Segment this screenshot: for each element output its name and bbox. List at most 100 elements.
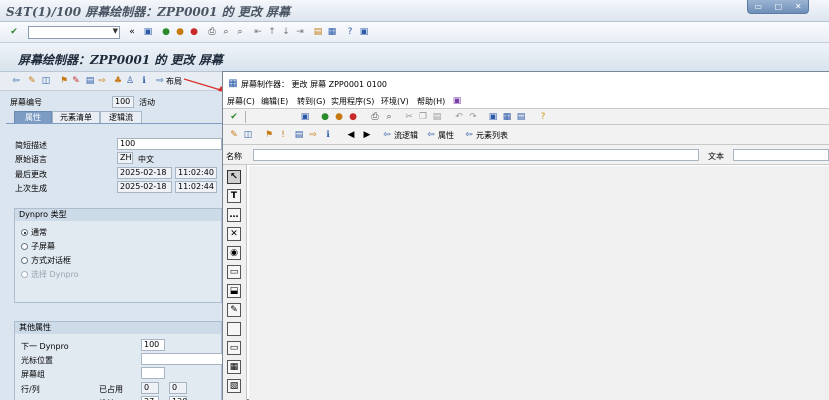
- pointer-icon[interactable]: ↖: [227, 170, 241, 184]
- name-field[interactable]: [253, 149, 699, 161]
- checkbox-icon[interactable]: ✕: [227, 227, 241, 241]
- menu-screen[interactable]: 屏幕(C): [227, 96, 255, 107]
- shortcut-icon[interactable]: ▦: [326, 26, 338, 38]
- orig-lang-label: 原始语言: [15, 155, 47, 164]
- maint-col[interactable]: 120: [169, 396, 187, 400]
- box-icon[interactable]: ⬓: [227, 284, 241, 298]
- exit-icon[interactable]: ●: [333, 111, 345, 123]
- back-arrow-icon[interactable]: ⇦: [10, 75, 22, 87]
- tab-attributes[interactable]: 属性: [14, 111, 52, 123]
- save-icon[interactable]: ▣: [142, 26, 154, 38]
- prev-screen-icon[interactable]: ◀: [345, 129, 357, 141]
- app-icon: ▦: [228, 78, 238, 89]
- hierarchy-icon[interactable]: ♣: [112, 75, 124, 87]
- next-screen-icon[interactable]: ▶: [361, 129, 373, 141]
- info-icon[interactable]: ℹ: [322, 129, 334, 141]
- activate-icon[interactable]: ✎: [70, 75, 82, 87]
- element-list-button[interactable]: 元素列表: [476, 130, 508, 141]
- next-dynpro-field[interactable]: 100: [141, 339, 165, 351]
- screen-group-field[interactable]: [141, 367, 165, 379]
- menu-help[interactable]: 帮助(H): [417, 96, 445, 107]
- cancel-icon[interactable]: ●: [188, 26, 200, 38]
- layout-icon[interactable]: ▣: [358, 26, 370, 38]
- transport-icon[interactable]: ♙: [124, 75, 136, 87]
- name-text-bar: 名称 文本: [223, 145, 829, 165]
- app-title-bar: 屏幕绘制器：ZPP0001 的 更改 屏幕: [0, 43, 829, 72]
- new-session-icon[interactable]: ▤: [312, 26, 324, 38]
- menu-goto[interactable]: 转到(G): [297, 96, 325, 107]
- radio-subscreen[interactable]: 子屏幕: [21, 241, 55, 252]
- menu-edit[interactable]: 编辑(E): [261, 96, 288, 107]
- tab-element-list[interactable]: 元素清单: [52, 111, 100, 123]
- flow-logic-button[interactable]: 流逻辑: [394, 130, 418, 141]
- next-page-icon[interactable]: ↓: [280, 26, 292, 38]
- input-field-icon[interactable]: …: [227, 208, 241, 222]
- cursor-pos-field[interactable]: [141, 353, 223, 365]
- where-used-icon[interactable]: ⇨: [96, 75, 108, 87]
- object-list-icon[interactable]: ▤: [84, 75, 96, 87]
- active-inactive-icon[interactable]: ◫: [242, 129, 254, 141]
- collapse-icon[interactable]: «: [126, 26, 138, 38]
- radio-selection-screen: 选择 Dynpro: [21, 269, 79, 280]
- find-icon[interactable]: ⌕: [383, 111, 395, 123]
- print-icon[interactable]: ⎙: [369, 111, 381, 123]
- minimize-icon[interactable]: ▭: [754, 2, 762, 11]
- enter-icon[interactable]: ✔: [228, 111, 240, 123]
- command-field[interactable]: [28, 26, 120, 39]
- text-field-icon[interactable]: T: [227, 189, 241, 203]
- new-window-icon[interactable]: ▣: [487, 111, 499, 123]
- back-icon[interactable]: ●: [160, 26, 172, 38]
- exit-icon[interactable]: ●: [174, 26, 186, 38]
- check-icon[interactable]: ⚑: [263, 129, 275, 141]
- radio-button-icon[interactable]: ◉: [227, 246, 241, 260]
- attributes-button[interactable]: 属性: [438, 130, 454, 141]
- text-label: 文本: [708, 152, 724, 161]
- close-icon[interactable]: ✕: [795, 2, 802, 11]
- active-inactive-icon[interactable]: ◫: [40, 75, 52, 87]
- text-field[interactable]: [733, 149, 829, 161]
- find-icon[interactable]: ⌕: [220, 26, 232, 38]
- short-desc-field[interactable]: 100: [117, 138, 222, 150]
- radio-normal[interactable]: 通常: [21, 227, 47, 238]
- check-syntax-icon[interactable]: ⚑: [58, 75, 70, 87]
- layout-canvas[interactable]: [249, 166, 829, 400]
- last-page-icon[interactable]: ⇥: [294, 26, 306, 38]
- last-change-date: 2025-02-18: [117, 167, 172, 179]
- menu-utilities[interactable]: 实用程序(S): [331, 96, 374, 107]
- layout-menu-icon[interactable]: ▣: [451, 95, 463, 107]
- radio-modal-label: 方式对话框: [31, 256, 71, 265]
- table-control-icon[interactable]: [227, 322, 241, 336]
- attributes-panel: 屏幕编号 100 活动 属性 元素清单 逻辑流 简短描述 100 原始语言 ZH…: [0, 91, 223, 400]
- settings-icon[interactable]: ▤: [515, 111, 527, 123]
- back-icon[interactable]: ●: [319, 111, 331, 123]
- activate-icon[interactable]: !: [277, 129, 289, 141]
- where-used-icon[interactable]: ⇨: [307, 129, 319, 141]
- custom-control-icon[interactable]: ▦: [227, 360, 241, 374]
- object-list-icon[interactable]: ▤: [293, 129, 305, 141]
- shortcut-icon[interactable]: ▦: [501, 111, 513, 123]
- check-icon[interactable]: ✔: [8, 26, 20, 38]
- display-change-icon[interactable]: ✎: [26, 75, 38, 87]
- maximize-icon[interactable]: □: [775, 2, 783, 11]
- row-col-label: 行/列: [21, 385, 40, 394]
- info-icon[interactable]: ℹ: [138, 75, 150, 87]
- table-wizard-icon[interactable]: ▧: [227, 379, 241, 393]
- menu-environment[interactable]: 环境(V): [381, 96, 409, 107]
- prev-page-icon[interactable]: ↑: [266, 26, 278, 38]
- tab-flow-logic[interactable]: 逻辑流: [100, 111, 142, 123]
- first-page-icon[interactable]: ⇤: [252, 26, 264, 38]
- cancel-icon[interactable]: ●: [347, 111, 359, 123]
- arrow-line: [183, 78, 225, 92]
- save-icon[interactable]: ▣: [299, 111, 311, 123]
- subscreen-icon[interactable]: ✎: [227, 303, 241, 317]
- help-icon[interactable]: ?: [344, 26, 356, 38]
- display-change-icon[interactable]: ✎: [228, 129, 240, 141]
- help-icon[interactable]: ?: [537, 111, 549, 123]
- print-icon[interactable]: ⎙: [206, 26, 218, 38]
- tabstrip-icon[interactable]: ▭: [227, 341, 241, 355]
- radio-modal-dialog[interactable]: 方式对话框: [21, 255, 71, 266]
- find-next-icon[interactable]: ⌕: [234, 26, 246, 38]
- maint-row[interactable]: 27: [141, 396, 159, 400]
- pushbutton-icon[interactable]: ▭: [227, 265, 241, 279]
- other-attributes-group: 其他属性 下一 Dynpro 100 光标位置 屏幕组 行/列 已占用 0 0 …: [14, 321, 223, 400]
